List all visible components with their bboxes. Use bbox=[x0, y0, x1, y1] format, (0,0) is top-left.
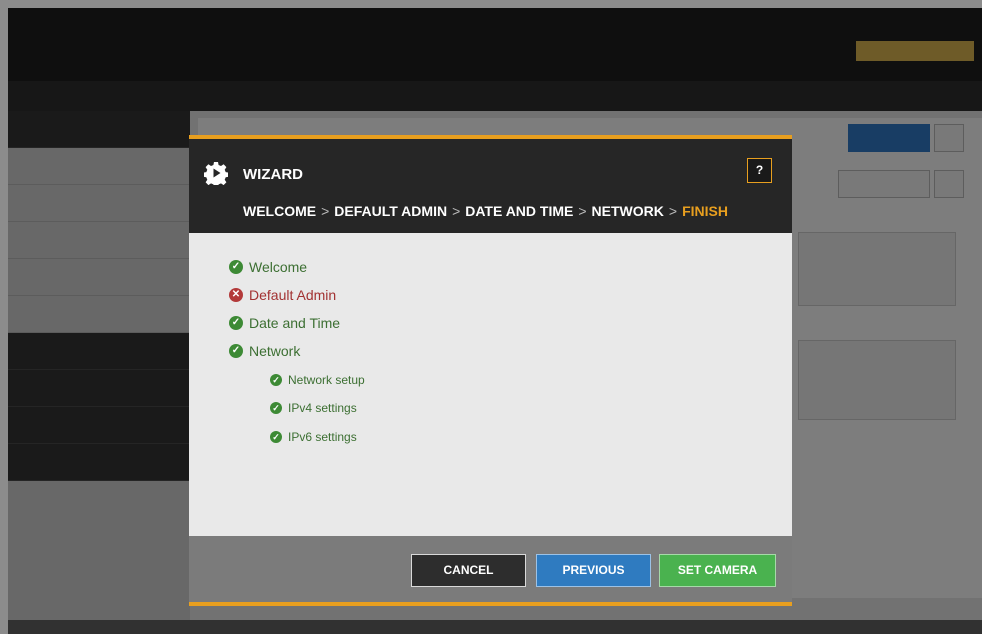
step-welcome: ✓ Welcome bbox=[229, 259, 307, 275]
breadcrumb-separator: > bbox=[321, 203, 330, 219]
x-circle-icon: ✕ bbox=[229, 288, 243, 302]
wizard-breadcrumb: WELCOME > DEFAULT ADMIN > DATE AND TIME > NETW… bbox=[243, 203, 728, 219]
cancel-button[interactable]: CANCEL bbox=[411, 554, 526, 587]
check-circle-icon: ✓ bbox=[270, 431, 282, 443]
step-label: Default Admin bbox=[249, 287, 337, 303]
wizard-footer: CANCEL PREVIOUS SET CAMERA bbox=[189, 536, 792, 602]
previous-button[interactable]: PREVIOUS bbox=[536, 554, 651, 587]
breadcrumb-item-welcome: WELCOME bbox=[243, 203, 317, 219]
check-circle-icon: ✓ bbox=[270, 374, 282, 386]
wizard-title: WIZARD bbox=[243, 166, 303, 183]
step-label: Welcome bbox=[249, 259, 308, 275]
substep-network-setup: ✓ Network setup bbox=[270, 373, 365, 387]
step-default-admin: ✕ Default Admin bbox=[229, 287, 336, 303]
breadcrumb-separator: > bbox=[452, 203, 461, 219]
substep-ipv4-settings: ✓ IPv4 settings bbox=[270, 401, 357, 415]
breadcrumb-item-network: NETWORK bbox=[591, 203, 664, 219]
step-label: Network bbox=[249, 343, 301, 359]
check-circle-icon: ✓ bbox=[229, 316, 243, 330]
substep-ipv6-settings: ✓ IPv6 settings bbox=[270, 430, 357, 444]
substep-label: IPv6 settings bbox=[288, 430, 357, 444]
check-circle-icon: ✓ bbox=[229, 260, 243, 274]
breadcrumb-separator: > bbox=[668, 203, 678, 219]
step-date-and-time: ✓ Date and Time bbox=[229, 315, 340, 331]
breadcrumb-item-finish: FINISH bbox=[682, 203, 728, 219]
wizard-dialog: WIZARD ? WELCOME > DEFAULT ADMIN > DATE AND … bbox=[189, 135, 792, 606]
set-camera-button[interactable]: SET CAMERA bbox=[659, 554, 776, 587]
step-network: ✓ Network bbox=[229, 343, 300, 359]
breadcrumb-item-default-admin: DEFAULT ADMIN bbox=[334, 203, 448, 219]
check-circle-icon: ✓ bbox=[229, 344, 243, 358]
step-label: Date and Time bbox=[249, 315, 341, 331]
check-circle-icon: ✓ bbox=[270, 402, 282, 414]
wizard-header: WIZARD ? WELCOME > DEFAULT ADMIN > DATE AND … bbox=[189, 139, 792, 233]
breadcrumb-item-date-and-time: DATE AND TIME bbox=[465, 203, 574, 219]
substep-label: Network setup bbox=[288, 373, 365, 387]
help-button[interactable]: ? bbox=[747, 158, 772, 183]
substep-label: IPv4 settings bbox=[288, 401, 357, 415]
breadcrumb-separator: > bbox=[578, 203, 587, 219]
gear-play-icon bbox=[204, 162, 228, 185]
wizard-summary: ✓ Welcome ✕ Default Admin ✓ Date and Tim… bbox=[189, 233, 792, 536]
